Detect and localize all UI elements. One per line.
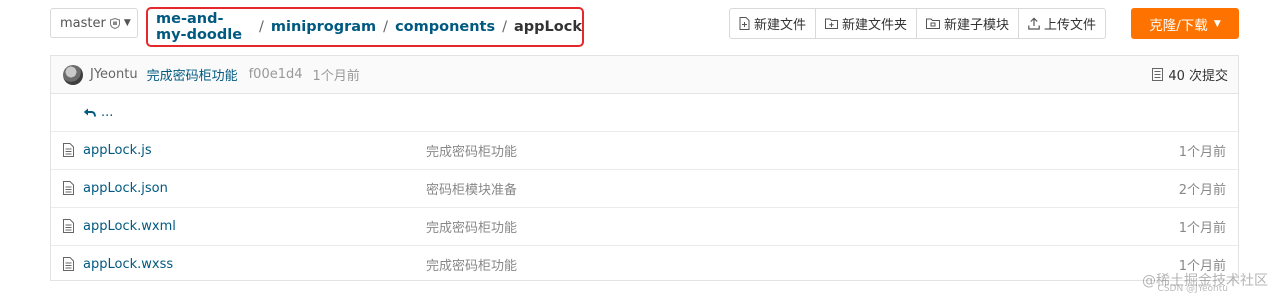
file-commit-time: 1个月前: [1178, 221, 1226, 236]
file-icon: [63, 219, 74, 233]
breadcrumb-item-miniprogram[interactable]: miniprogram: [271, 19, 376, 35]
file-name-link[interactable]: appLock.wxss: [83, 257, 173, 272]
file-name-link[interactable]: appLock.wxml: [83, 219, 176, 234]
watermark: @稀土掘金技术社区 CSDN @JYeontu: [1142, 270, 1268, 294]
watermark-sub: CSDN @JYeontu: [1157, 284, 1228, 294]
return-arrow-icon: [83, 108, 96, 117]
upload-icon: [1028, 17, 1040, 30]
breadcrumb-item-repo[interactable]: me-and-my-doodle: [156, 11, 252, 43]
breadcrumb-current: appLock: [514, 19, 582, 35]
commit-sha[interactable]: f00e1d4: [249, 67, 303, 82]
upload-label: 上传文件: [1044, 18, 1097, 33]
new-submodule-label: 新建子模块: [944, 18, 1010, 33]
breadcrumb-separator: /: [258, 19, 264, 35]
file-name-link[interactable]: appLock.js: [83, 143, 152, 158]
upload-file-button[interactable]: 上传文件: [1019, 9, 1105, 38]
new-file-icon: [739, 17, 750, 30]
file-commit-time: 2个月前: [1178, 183, 1226, 198]
file-row: appLock.js 完成密码柜功能 1个月前: [51, 132, 1238, 170]
chevron-down-icon: ▼: [1213, 18, 1221, 29]
branch-name: master: [60, 15, 106, 31]
new-submodule-button[interactable]: 新建子模块: [917, 9, 1020, 38]
clone-label: 克隆/下载: [1149, 17, 1208, 34]
file-commit-time: 1个月前: [1178, 145, 1226, 160]
commit-list-icon: [1152, 68, 1164, 81]
file-row: appLock.wxml 完成密码柜功能 1个月前: [51, 208, 1238, 246]
commit-author[interactable]: JYeontu: [90, 67, 138, 82]
commit-message-link[interactable]: 完成密码柜功能: [147, 65, 238, 84]
chevron-down-icon: ▼: [123, 18, 131, 28]
file-commit-message[interactable]: 完成密码柜功能: [426, 217, 517, 236]
parent-directory-row[interactable]: ...: [51, 94, 1238, 132]
shield-icon: [109, 17, 120, 29]
file-list-panel: JYeontu 完成密码柜功能 f00e1d4 1个月前 40 次提交 ... …: [50, 55, 1239, 281]
new-folder-icon: [825, 18, 839, 29]
commit-count-link[interactable]: 40 次提交: [1152, 56, 1228, 93]
file-row: appLock.wxss 完成密码柜功能 1个月前: [51, 246, 1238, 283]
new-file-label: 新建文件: [754, 18, 807, 33]
file-commit-message[interactable]: 完成密码柜功能: [426, 255, 517, 274]
file-name-link[interactable]: appLock.json: [83, 181, 168, 196]
submodule-icon: [926, 18, 941, 29]
commit-count: 40 次提交: [1168, 69, 1228, 84]
file-row: appLock.json 密码柜模块准备 2个月前: [51, 170, 1238, 208]
breadcrumb: me-and-my-doodle / miniprogram / compone…: [146, 7, 584, 47]
breadcrumb-separator: /: [383, 19, 389, 35]
file-toolbar: 新建文件 新建文件夹 新建子模块 上传文件: [729, 8, 1107, 39]
file-icon: [63, 181, 74, 195]
file-icon: [63, 257, 74, 271]
file-icon: [63, 143, 74, 157]
avatar[interactable]: [63, 64, 83, 85]
file-commit-message[interactable]: 完成密码柜功能: [426, 141, 517, 160]
commit-time: 1个月前: [312, 69, 360, 84]
latest-commit-bar: JYeontu 完成密码柜功能 f00e1d4 1个月前 40 次提交: [51, 56, 1238, 94]
breadcrumb-item-components[interactable]: components: [395, 19, 495, 35]
breadcrumb-separator: /: [502, 19, 508, 35]
file-commit-message[interactable]: 密码柜模块准备: [426, 179, 517, 198]
branch-selector[interactable]: master ▼: [50, 8, 138, 38]
new-file-button[interactable]: 新建文件: [730, 9, 817, 38]
new-folder-label: 新建文件夹: [842, 18, 908, 33]
parent-directory-link[interactable]: ...: [101, 105, 113, 120]
clone-download-button[interactable]: 克隆/下载 ▼: [1131, 8, 1239, 39]
new-folder-button[interactable]: 新建文件夹: [816, 9, 918, 38]
